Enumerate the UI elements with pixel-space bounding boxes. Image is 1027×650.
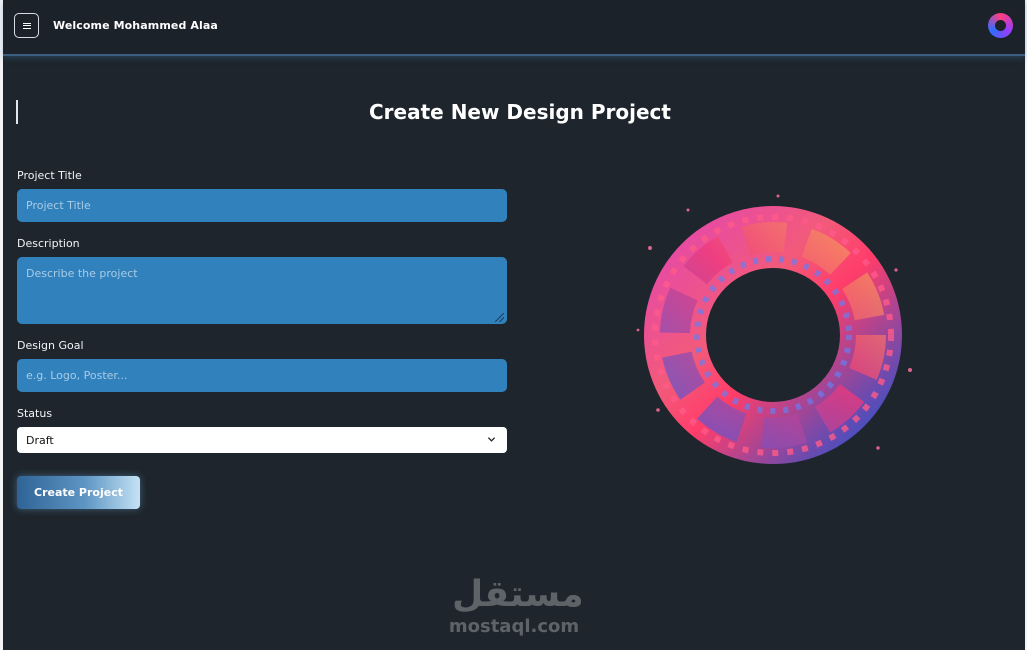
top-navbar: Welcome Mohammed Alaa [3, 0, 1025, 56]
resize-handle-icon[interactable] [495, 313, 504, 322]
welcome-text: Welcome Mohammed Alaa [53, 19, 218, 32]
watermark-logo-latin: mostaql.com [448, 616, 580, 637]
design-goal-input[interactable] [17, 359, 507, 392]
page-title: Create New Design Project [369, 100, 671, 124]
project-title-label: Project Title [17, 169, 82, 182]
description-label: Description [17, 237, 80, 250]
window-left-border [0, 0, 3, 650]
swirl-artwork-image [636, 194, 912, 464]
user-avatar[interactable] [988, 13, 1013, 38]
status-selected-value: Draft [26, 433, 54, 447]
create-project-button[interactable]: Create Project [17, 476, 140, 509]
design-goal-label: Design Goal [17, 339, 84, 352]
chevron-down-icon [487, 437, 496, 442]
status-label: Status [17, 407, 53, 420]
project-title-input[interactable] [17, 189, 507, 222]
menu-toggle-button[interactable] [14, 13, 39, 38]
status-select[interactable]: Draft [17, 427, 507, 453]
description-textarea[interactable] [17, 257, 507, 324]
watermark-logo-arabic: مستقل [452, 574, 584, 615]
hamburger-icon [22, 22, 31, 29]
